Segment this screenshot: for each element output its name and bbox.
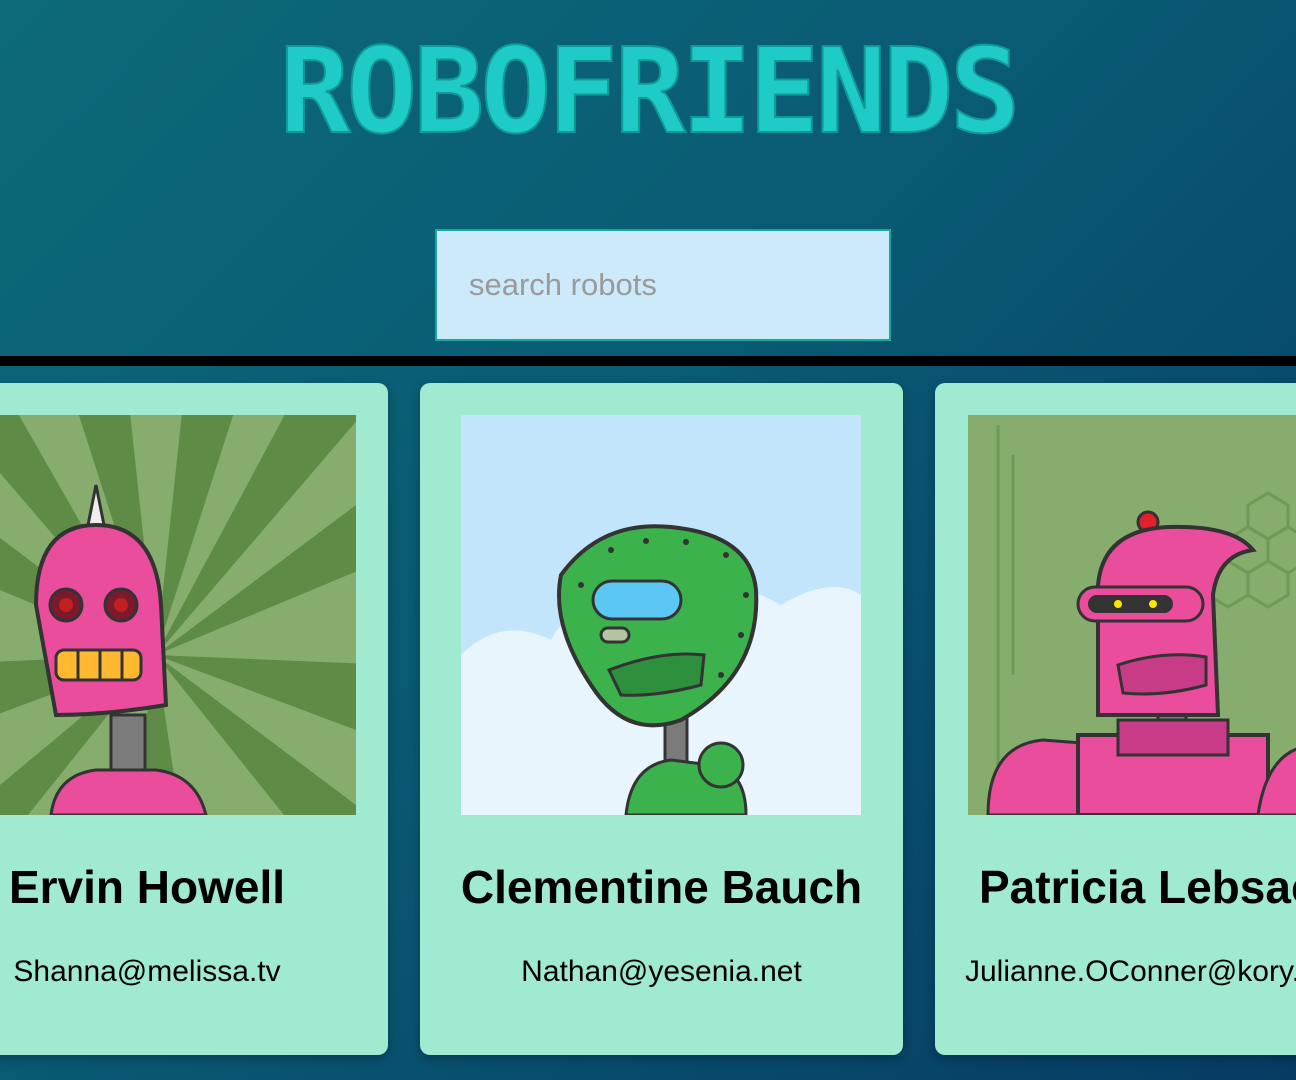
robot-avatar bbox=[0, 415, 356, 815]
scroll-divider bbox=[0, 356, 1296, 366]
robot-card: Clementine Bauch Nathan@yesenia.net bbox=[420, 383, 903, 1055]
app-title: RoboFriends bbox=[278, 22, 1021, 160]
card-list[interactable]: Ervin Howell Shanna@melissa.tv Clementin… bbox=[0, 366, 1296, 1080]
robot-name: Patricia Lebsack bbox=[979, 861, 1296, 913]
robot-avatar-image bbox=[461, 415, 861, 815]
search-input[interactable] bbox=[435, 229, 891, 341]
robot-email: Shanna@melissa.tv bbox=[13, 955, 281, 988]
robot-avatar-image bbox=[0, 415, 356, 815]
robot-name: Ervin Howell bbox=[8, 861, 286, 913]
robot-email: Julianne.OConner@kory.org bbox=[965, 955, 1296, 988]
robot-card: Ervin Howell Shanna@melissa.tv bbox=[0, 383, 388, 1055]
robot-avatar bbox=[968, 415, 1296, 815]
robot-name: Clementine Bauch bbox=[460, 861, 863, 913]
robot-email: Nathan@yesenia.net bbox=[521, 955, 802, 988]
robot-card: Patricia Lebsack Julianne.OConner@kory.o… bbox=[935, 383, 1296, 1055]
robot-avatar bbox=[461, 415, 861, 815]
robot-avatar-image bbox=[968, 415, 1296, 815]
